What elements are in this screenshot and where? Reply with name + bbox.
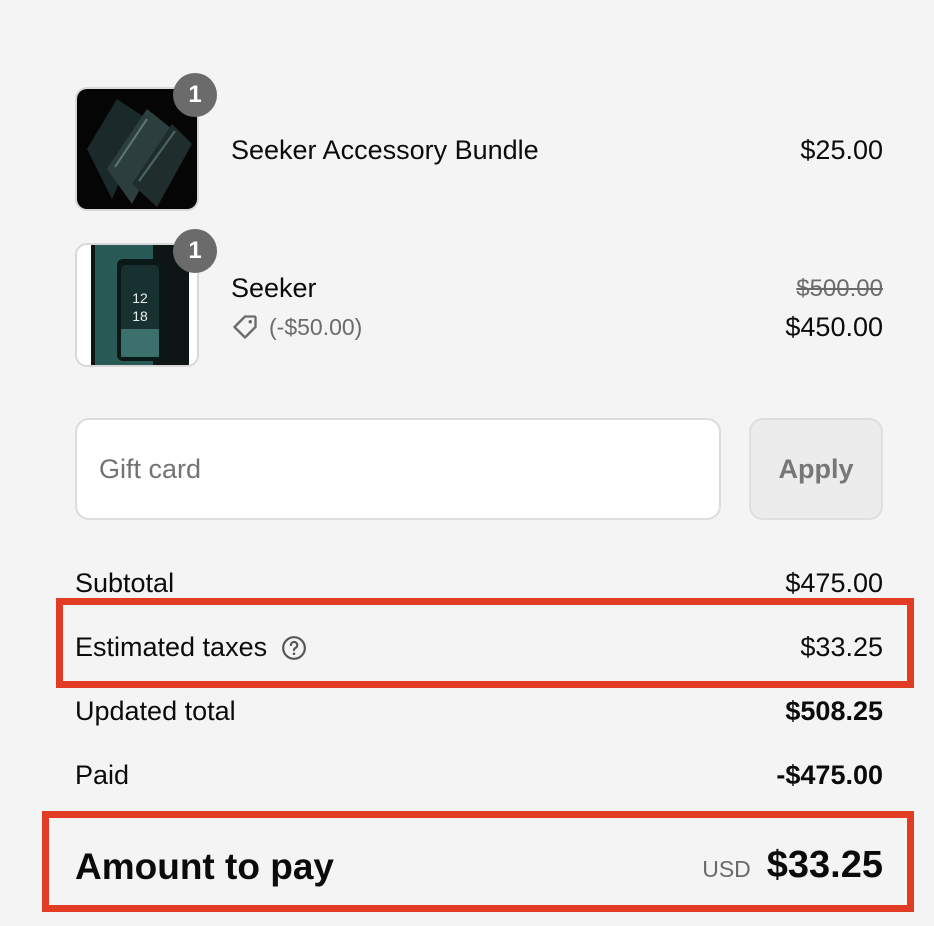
item-name: Seeker Accessory Bundle [231, 135, 539, 165]
apply-button[interactable]: Apply [749, 418, 883, 520]
discount-line: (-$50.00) [231, 313, 362, 341]
amount-to-pay-value: $33.25 [766, 844, 883, 886]
tag-icon [233, 315, 257, 339]
discount-amount: (-$50.00) [269, 313, 363, 340]
estimated-taxes-label: Estimated taxes [75, 632, 268, 662]
paid-value: -$475.00 [776, 760, 883, 790]
item-name: Seeker [231, 273, 317, 303]
amount-to-pay-label: Amount to pay [75, 846, 334, 887]
currency-code: USD [702, 856, 751, 882]
updated-total-label: Updated total [75, 696, 236, 726]
estimated-taxes-value: $33.25 [800, 632, 883, 662]
original-price: $500.00 [796, 275, 883, 302]
item-price: $450.00 [785, 312, 883, 342]
quantity-badge: 1 [173, 229, 217, 273]
subtotal-value: $475.00 [785, 568, 883, 598]
phone-time-minutes: 18 [132, 308, 148, 324]
estimated-taxes-row: Estimated taxes [75, 632, 307, 663]
subtotal-label: Subtotal [75, 568, 175, 598]
item-price: $25.00 [800, 135, 883, 165]
updated-total-value: $508.25 [785, 696, 883, 726]
paid-label: Paid [75, 760, 130, 790]
amount-to-pay-value-group: USD $33.25 [702, 844, 883, 887]
phone-time-hours: 12 [132, 290, 148, 306]
help-circle-icon[interactable] [281, 635, 307, 661]
quantity-badge: 1 [173, 73, 217, 117]
gift-card-input[interactable] [75, 418, 721, 520]
